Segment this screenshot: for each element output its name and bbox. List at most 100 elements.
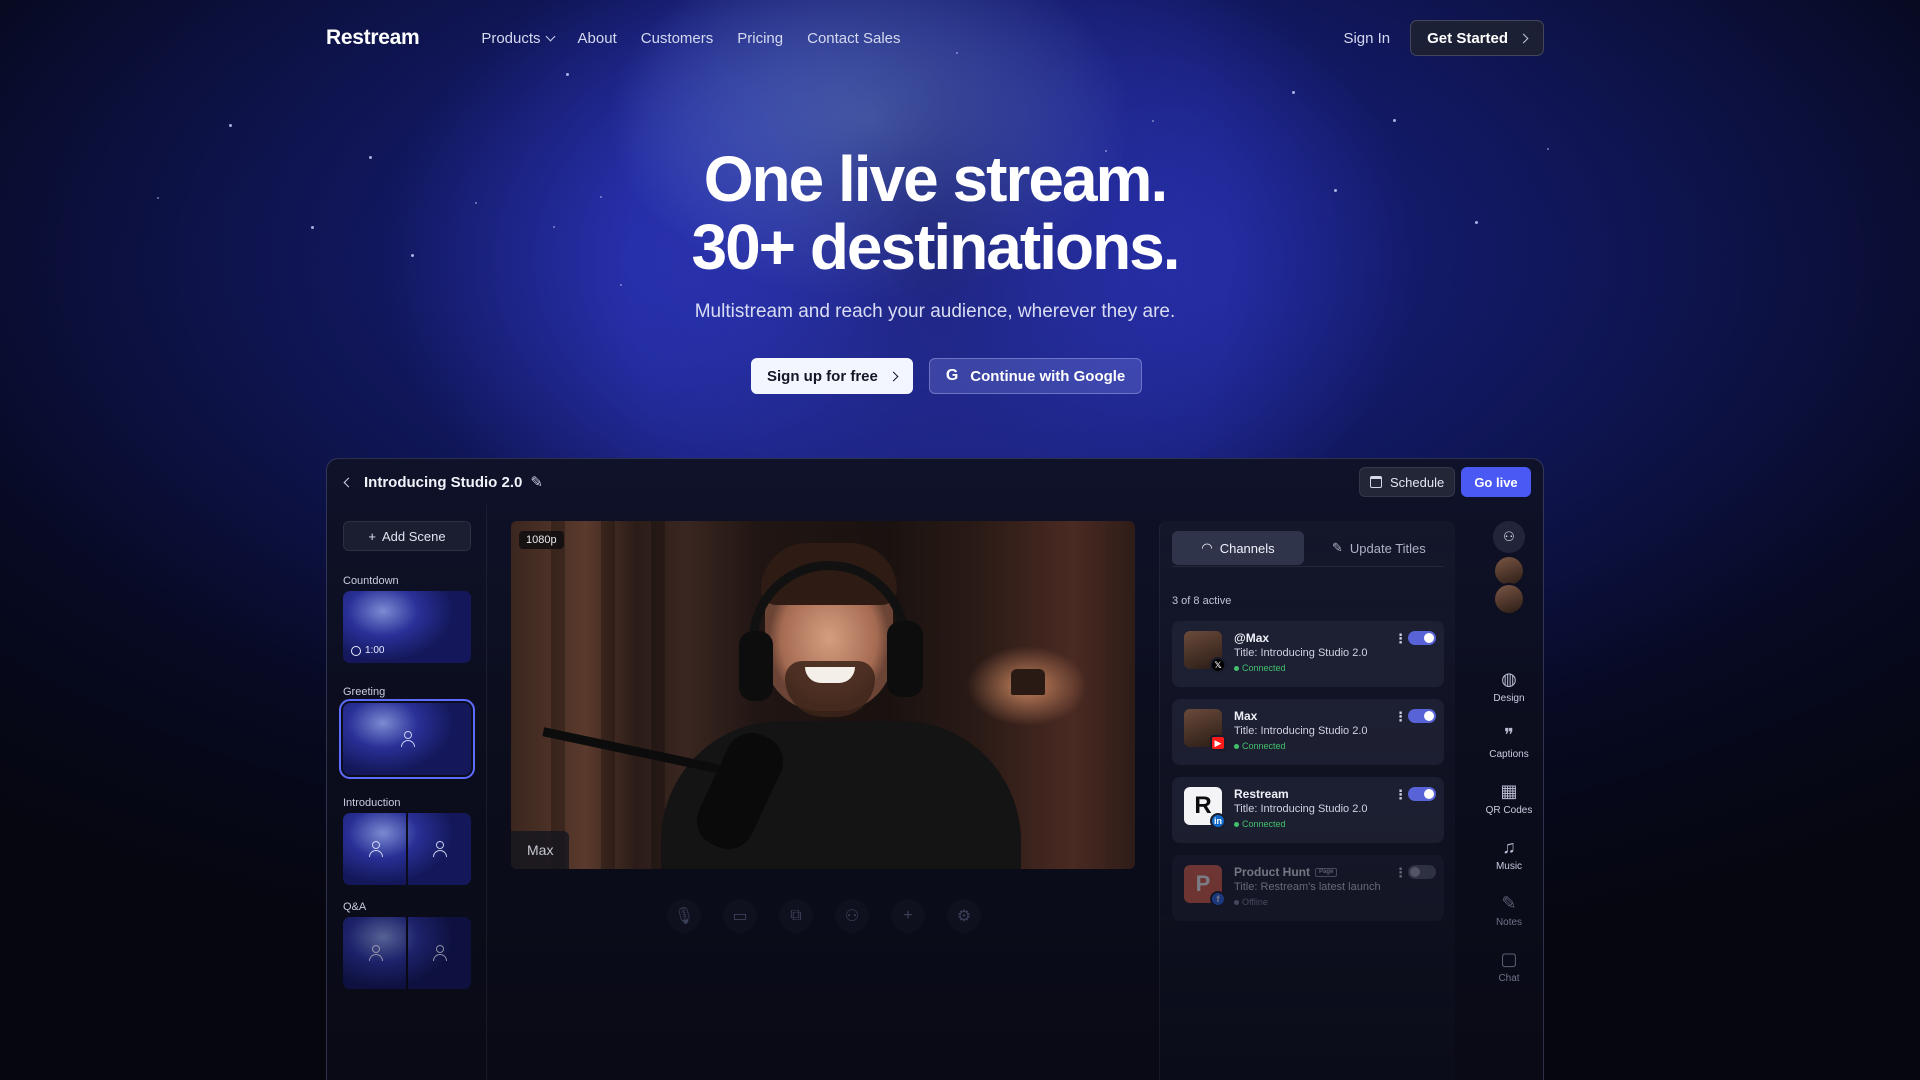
- broadcast-icon: ◠: [1201, 540, 1213, 555]
- live-video-preview[interactable]: 1080p Max: [511, 521, 1135, 869]
- add-guest-icon[interactable]: ⚇: [835, 899, 869, 933]
- tool-notes[interactable]: ✎ Notes: [1477, 893, 1541, 928]
- presenter-name-tag: Max: [511, 831, 570, 869]
- scene-label-countdown: Countdown: [343, 575, 399, 587]
- continue-with-google-button[interactable]: G Continue with Google: [928, 358, 1143, 394]
- channel-toggle[interactable]: [1408, 787, 1436, 801]
- add-scene-button[interactable]: + Add Scene: [343, 521, 471, 551]
- active-channels-count: 3 of 8 active: [1172, 595, 1232, 607]
- tab-update-titles-label: Update Titles: [1349, 540, 1426, 556]
- scene-thumb-qa[interactable]: [343, 917, 471, 989]
- edit-pencil-icon[interactable]: ✎: [530, 473, 543, 491]
- star: [1152, 120, 1154, 122]
- studio-preview: Introducing Studio 2.0 ✎ Schedule Go liv…: [326, 458, 1544, 1080]
- channel-name-text: Product Hunt: [1234, 865, 1310, 879]
- sign-up-button[interactable]: Sign up for free: [751, 358, 913, 394]
- status-dot: [1234, 665, 1239, 671]
- star: [620, 284, 622, 286]
- channel-title: Title: Introducing Studio 2.0: [1234, 647, 1368, 659]
- tab-channels-label: Channels: [1219, 540, 1275, 556]
- channel-card[interactable]: ▶ Max Title: Introducing Studio 2.0 Conn…: [1172, 699, 1444, 765]
- channel-card[interactable]: 𝕏 @Max Title: Introducing Studio 2.0 Con…: [1172, 621, 1444, 687]
- tab-update-titles[interactable]: ✎ Update Titles: [1318, 531, 1440, 565]
- sign-up-label: Sign up for free: [767, 367, 878, 385]
- restream-logo[interactable]: Restream: [326, 26, 420, 50]
- scene-thumb-introduction[interactable]: [343, 813, 471, 885]
- status-dot: [1234, 821, 1239, 827]
- add-scene-label: Add Scene: [381, 528, 446, 544]
- scenes-column: + Add Scene Countdown 1:00 Greeting Intr…: [327, 505, 487, 1080]
- settings-icon[interactable]: ⚙: [947, 899, 981, 933]
- tab-channels[interactable]: ◠ Channels: [1172, 531, 1304, 565]
- tool-music[interactable]: ♫ Music: [1477, 837, 1541, 872]
- more-options-icon[interactable]: ⋮: [1394, 709, 1407, 725]
- guest-avatar[interactable]: [1493, 583, 1525, 615]
- more-options-icon[interactable]: ⋮: [1394, 631, 1407, 647]
- back-chevron-icon[interactable]: [343, 477, 354, 487]
- stream-controls: 🎙 ▭ ⧉ ⚇ + ⚙: [667, 899, 981, 933]
- star: [566, 73, 569, 76]
- nav-pricing[interactable]: Pricing: [737, 30, 783, 47]
- channel-toggle[interactable]: [1408, 709, 1436, 723]
- google-icon: G: [945, 367, 959, 384]
- screen-share-icon[interactable]: ⧉: [779, 899, 813, 933]
- channel-status: Connected: [1234, 819, 1286, 829]
- more-options-icon[interactable]: ⋮: [1394, 865, 1407, 881]
- chevron-right-icon: [1518, 33, 1529, 43]
- schedule-button[interactable]: Schedule: [1359, 467, 1456, 497]
- go-live-button[interactable]: Go live: [1461, 467, 1531, 497]
- plus-icon[interactable]: +: [891, 899, 925, 933]
- nav-contact-sales[interactable]: Contact Sales: [807, 30, 900, 47]
- tool-chat-label: Chat: [1498, 973, 1520, 984]
- star: [229, 124, 232, 127]
- channel-name: Max: [1234, 709, 1258, 723]
- mic-icon[interactable]: 🎙: [667, 899, 701, 933]
- schedule-label: Schedule: [1390, 474, 1445, 490]
- nav-customers[interactable]: Customers: [641, 30, 714, 47]
- channel-status-label: Connected: [1242, 663, 1286, 673]
- star: [1393, 119, 1396, 122]
- tool-chat[interactable]: ▢ Chat: [1477, 949, 1541, 984]
- scene-label-greeting: Greeting: [343, 686, 386, 698]
- nav-products[interactable]: Products: [481, 30, 555, 47]
- channel-toggle[interactable]: [1408, 865, 1436, 879]
- studio-header: Introducing Studio 2.0 ✎ Schedule Go liv…: [327, 459, 1543, 505]
- channel-toggle[interactable]: [1408, 631, 1436, 645]
- channels-tabs: ◠ Channels ✎ Update Titles: [1172, 531, 1444, 567]
- headphone-cup: [739, 631, 773, 701]
- tool-captions[interactable]: ❞ Captions: [1477, 725, 1541, 760]
- facebook-icon: f: [1210, 891, 1226, 907]
- channels-panel: ◠ Channels ✎ Update Titles 3 of 8 active…: [1159, 521, 1455, 1080]
- sign-in-link[interactable]: Sign In: [1343, 30, 1390, 47]
- tool-design[interactable]: ◍ Design: [1477, 669, 1541, 704]
- camera-icon[interactable]: ▭: [723, 899, 757, 933]
- scene-timer: 1:00: [351, 645, 384, 656]
- person-icon: [400, 731, 415, 747]
- hero-title: One live stream. 30+ destinations.: [0, 145, 1870, 281]
- scene-thumb-countdown[interactable]: 1:00: [343, 591, 471, 663]
- tool-qr-codes-label: QR Codes: [1485, 805, 1533, 816]
- channel-card[interactable]: P f Product Hunt Page Title: Restream's l…: [1172, 855, 1444, 921]
- pencil-icon: ✎: [1332, 540, 1343, 555]
- channel-status: Connected: [1234, 663, 1286, 673]
- person-icon: [432, 841, 447, 857]
- scene-thumb-greeting[interactable]: [339, 699, 475, 779]
- more-options-icon[interactable]: ⋮: [1394, 787, 1407, 803]
- channel-title: Title: Restream's latest launch: [1234, 881, 1381, 893]
- x-platform-icon: 𝕏: [1210, 657, 1226, 673]
- scene-label-introduction: Introduction: [343, 797, 401, 809]
- tool-notes-label: Notes: [1495, 917, 1523, 928]
- channel-card[interactable]: R in Restream Title: Introducing Studio …: [1172, 777, 1444, 843]
- channel-title: Title: Introducing Studio 2.0: [1234, 803, 1368, 815]
- nav-links: Products About Customers Pricing Contact…: [481, 30, 900, 47]
- get-started-button[interactable]: Get Started: [1410, 20, 1544, 56]
- channel-status-label: Offline: [1242, 897, 1268, 907]
- nav-about[interactable]: About: [578, 30, 617, 47]
- curtain-fold: [601, 521, 615, 869]
- linkedin-icon: in: [1210, 813, 1226, 829]
- add-guest-icon[interactable]: ⚇: [1493, 521, 1525, 553]
- tool-qr-codes[interactable]: ▦ QR Codes: [1477, 781, 1541, 816]
- channel-name: @Max: [1234, 631, 1270, 645]
- stream-title: Introducing Studio 2.0: [364, 473, 523, 491]
- clock-icon: [351, 645, 361, 656]
